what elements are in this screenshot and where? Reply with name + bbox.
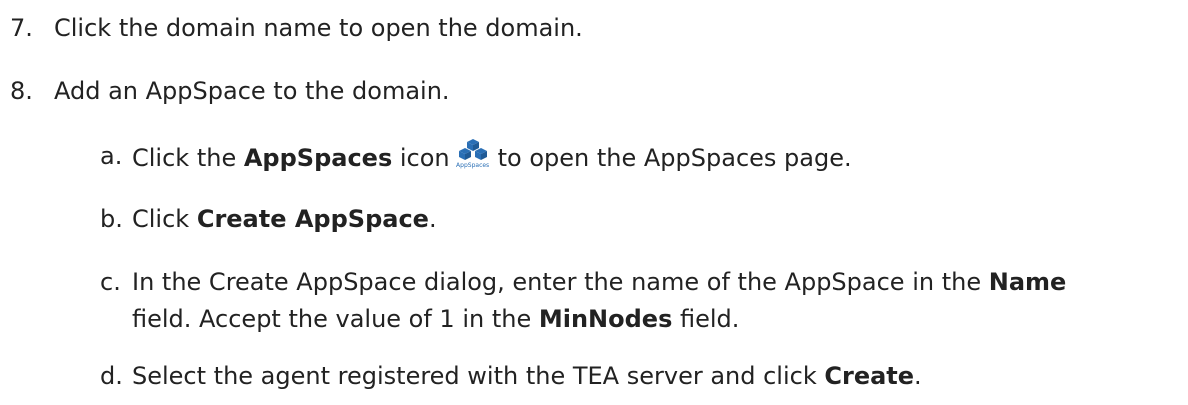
appspaces-icon-caption: AppSpaces: [456, 162, 490, 169]
substep-marker: b.: [100, 205, 123, 233]
instruction-page: 7. Click the domain name to open the dom…: [0, 0, 1188, 405]
name-field-label: Name: [988, 268, 1067, 296]
substep-text-post: to open the AppSpaces page.: [497, 144, 852, 172]
substep-text-pre: field. Accept the value of 1 in the: [132, 305, 539, 333]
substep-marker: c.: [100, 268, 121, 296]
create-appspace-label: Create AppSpace: [196, 205, 429, 233]
substep-text: In the Create AppSpace dialog, enter the…: [132, 264, 1066, 338]
create-label: Create: [824, 362, 915, 390]
substep-text-pre: Select the agent registered with the TEA…: [132, 362, 825, 390]
appspaces-label: AppSpaces: [243, 144, 393, 172]
substep-text: Click the AppSpaces icon AppSpaces to op…: [132, 138, 852, 177]
step-text: Add an AppSpace to the domain.: [54, 77, 450, 105]
step-text: Click the domain name to open the domain…: [54, 14, 583, 42]
substep-text-post: .: [914, 362, 922, 390]
step-marker: 7.: [10, 14, 33, 42]
cubes-graphic: [458, 139, 487, 160]
step-marker: 8.: [10, 77, 33, 105]
substep-text-post: .: [428, 205, 437, 233]
substep-line-2: field. Accept the value of 1 in the MinN…: [132, 305, 739, 333]
substep-text-pre: Click the: [132, 144, 244, 172]
substep-marker: d.: [100, 362, 123, 390]
substep-text: Select the agent registered with the TEA…: [132, 358, 922, 395]
appspaces-icon: AppSpaces: [454, 138, 492, 172]
substep-text-pre: Click: [132, 205, 197, 233]
substep-text-pre: In the Create AppSpace dialog, enter the…: [132, 268, 989, 296]
substep-text-post: field.: [672, 305, 740, 333]
substep-text: Click Create AppSpace.: [132, 201, 437, 238]
substep-text-mid: icon: [392, 144, 450, 172]
substep-marker: a.: [100, 142, 123, 170]
minnodes-field-label: MinNodes: [538, 305, 673, 333]
substep-line-1: In the Create AppSpace dialog, enter the…: [132, 268, 1066, 296]
